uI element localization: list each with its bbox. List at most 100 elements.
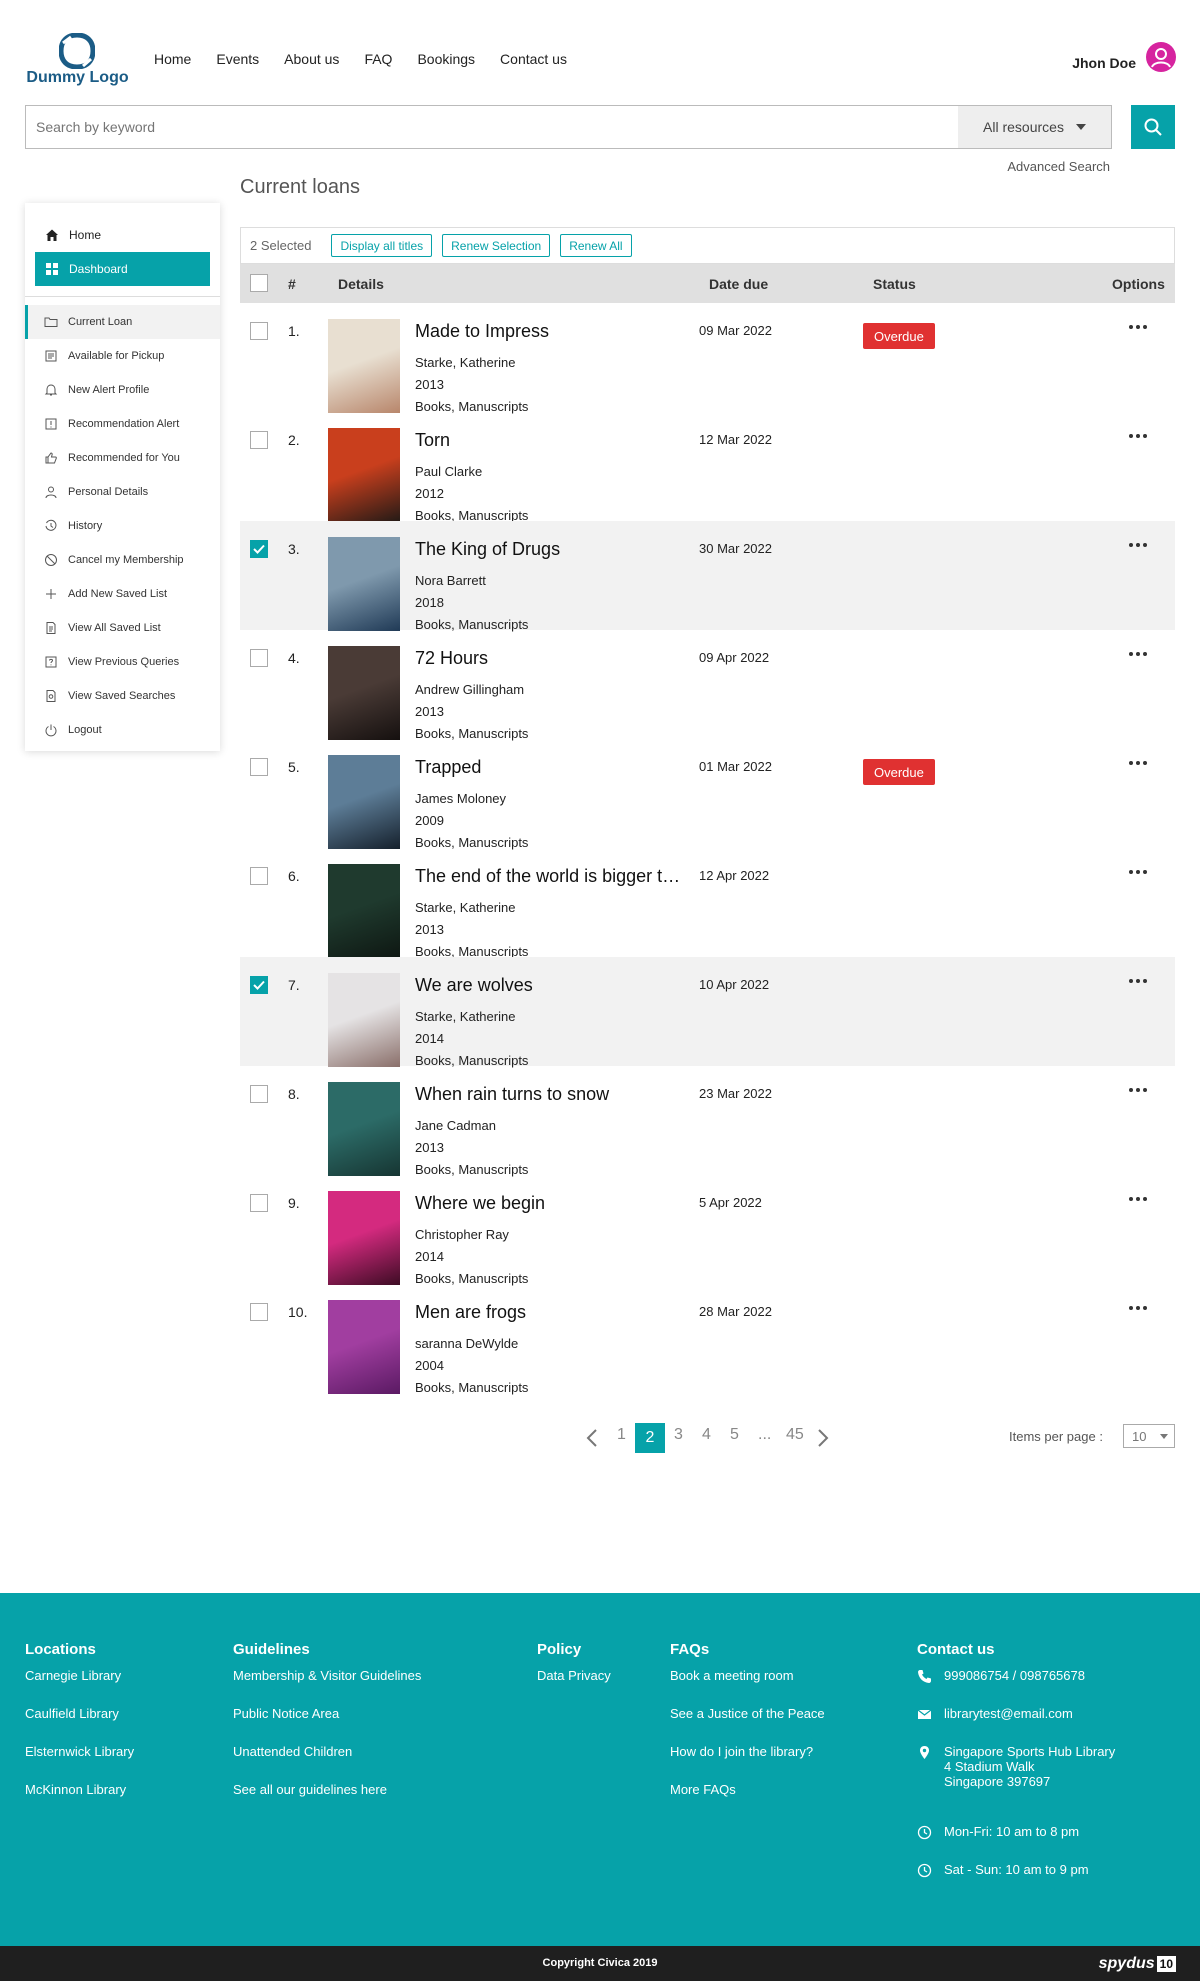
- footer-link[interactable]: Caulfield Library: [25, 1706, 134, 1744]
- footer-link[interactable]: More FAQs: [670, 1782, 825, 1820]
- logo[interactable]: Dummy Logo: [25, 33, 130, 89]
- page-link[interactable]: 1: [617, 1426, 626, 1444]
- renew-selection-button[interactable]: Renew Selection: [442, 234, 551, 257]
- search-input[interactable]: [26, 106, 958, 148]
- nav-bookings[interactable]: Bookings: [417, 51, 475, 67]
- book-cover[interactable]: [328, 1300, 400, 1394]
- footer-link[interactable]: Book a meeting room: [670, 1668, 825, 1706]
- footer-link[interactable]: Data Privacy: [537, 1668, 611, 1706]
- current-page[interactable]: 2: [635, 1423, 665, 1453]
- sidebar-item-personal-details[interactable]: Personal Details: [25, 475, 220, 509]
- row-checkbox[interactable]: [250, 1194, 268, 1212]
- book-title[interactable]: The King of Drugs: [415, 539, 690, 560]
- sidebar-item-logout[interactable]: Logout: [25, 713, 220, 747]
- contact-email[interactable]: librarytest@email.com: [917, 1706, 1187, 1744]
- footer-link[interactable]: Membership & Visitor Guidelines: [233, 1668, 421, 1706]
- book-year: 2013: [415, 704, 444, 719]
- avatar[interactable]: [1146, 42, 1176, 72]
- contact-phone[interactable]: 999086754 / 098765678: [917, 1668, 1187, 1706]
- sidebar-item-home[interactable]: Home: [35, 218, 210, 252]
- more-options-icon[interactable]: [1128, 432, 1148, 440]
- footer-link[interactable]: Elsternwick Library: [25, 1744, 134, 1782]
- more-options-icon[interactable]: [1128, 759, 1148, 767]
- sidebar-item-recommendation-alert[interactable]: Recommendation Alert: [25, 407, 220, 441]
- book-title[interactable]: 72 Hours: [415, 648, 690, 669]
- sidebar-item-saved-searches[interactable]: View Saved Searches: [25, 679, 220, 713]
- footer-link[interactable]: How do I join the library?: [670, 1744, 825, 1782]
- footer-link[interactable]: Unattended Children: [233, 1744, 421, 1782]
- page-link[interactable]: 45: [786, 1426, 804, 1444]
- page-link[interactable]: 5: [730, 1426, 739, 1444]
- book-cover[interactable]: [328, 428, 400, 522]
- sidebar-item-cancel-membership[interactable]: Cancel my Membership: [25, 543, 220, 577]
- row-checkbox[interactable]: [250, 867, 268, 885]
- more-options-icon[interactable]: [1128, 650, 1148, 658]
- book-cover[interactable]: [328, 1082, 400, 1176]
- row-checkbox[interactable]: [250, 431, 268, 449]
- book-title[interactable]: Men are frogs: [415, 1302, 690, 1323]
- sidebar-item-available-pickup[interactable]: Available for Pickup: [25, 339, 220, 373]
- next-page-icon[interactable]: [817, 1429, 829, 1447]
- book-cover[interactable]: [328, 973, 400, 1067]
- sidebar-item-dashboard[interactable]: Dashboard: [35, 252, 210, 286]
- more-options-icon[interactable]: [1128, 541, 1148, 549]
- sidebar-item-label: Recommended for You: [68, 452, 180, 464]
- resource-filter-select[interactable]: All resources: [958, 106, 1111, 148]
- book-title[interactable]: The end of the world is bigger than love: [415, 866, 690, 887]
- row-checkbox[interactable]: [250, 1303, 268, 1321]
- book-title[interactable]: Trapped: [415, 757, 690, 778]
- row-checkbox[interactable]: [250, 1085, 268, 1103]
- page-link[interactable]: 4: [702, 1426, 711, 1444]
- book-title[interactable]: Torn: [415, 430, 690, 451]
- sidebar-item-view-saved-list[interactable]: View All Saved List: [25, 611, 220, 645]
- search-button[interactable]: [1131, 105, 1175, 149]
- book-title[interactable]: When rain turns to snow: [415, 1084, 690, 1105]
- items-per-page-select[interactable]: 10: [1123, 1424, 1175, 1448]
- row-checkbox[interactable]: [250, 976, 268, 994]
- sidebar-item-history[interactable]: History: [25, 509, 220, 543]
- book-title[interactable]: Made to Impress: [415, 321, 690, 342]
- display-all-button[interactable]: Display all titles: [331, 234, 433, 257]
- more-options-icon[interactable]: [1128, 1304, 1148, 1312]
- select-all-checkbox[interactable]: [250, 274, 268, 292]
- row-checkbox[interactable]: [250, 649, 268, 667]
- book-cover[interactable]: [328, 537, 400, 631]
- book-cover[interactable]: [328, 646, 400, 740]
- footer-link[interactable]: See all our guidelines here: [233, 1782, 421, 1820]
- prev-page-icon[interactable]: [586, 1429, 598, 1447]
- nav-contact[interactable]: Contact us: [500, 51, 567, 67]
- footer-link[interactable]: Public Notice Area: [233, 1706, 421, 1744]
- book-cover[interactable]: [328, 755, 400, 849]
- sidebar-item-current-loan[interactable]: Current Loan: [25, 305, 220, 339]
- renew-all-button[interactable]: Renew All: [560, 234, 632, 257]
- nav-events[interactable]: Events: [216, 51, 259, 67]
- footer-link[interactable]: Carnegie Library: [25, 1668, 134, 1706]
- saved-search-icon: [46, 690, 56, 702]
- sidebar-item-previous-queries[interactable]: View Previous Queries: [25, 645, 220, 679]
- more-options-icon[interactable]: [1128, 1086, 1148, 1094]
- sidebar-item-recommended[interactable]: Recommended for You: [25, 441, 220, 475]
- book-cover[interactable]: [328, 319, 400, 413]
- nav-faq[interactable]: FAQ: [364, 51, 392, 67]
- nav-home[interactable]: Home: [154, 51, 191, 67]
- row-checkbox[interactable]: [250, 322, 268, 340]
- book-cover[interactable]: [328, 1191, 400, 1285]
- book-title[interactable]: Where we begin: [415, 1193, 690, 1214]
- more-options-icon[interactable]: [1128, 1195, 1148, 1203]
- user-menu[interactable]: Jhon Doe: [1072, 42, 1176, 78]
- sidebar-item-label: Recommendation Alert: [68, 418, 180, 430]
- nav-about[interactable]: About us: [284, 51, 339, 67]
- footer-link[interactable]: McKinnon Library: [25, 1782, 134, 1820]
- more-options-icon[interactable]: [1128, 868, 1148, 876]
- book-title[interactable]: We are wolves: [415, 975, 690, 996]
- more-options-icon[interactable]: [1128, 977, 1148, 985]
- row-checkbox[interactable]: [250, 540, 268, 558]
- sidebar-item-add-saved-list[interactable]: Add New Saved List: [25, 577, 220, 611]
- page-link[interactable]: 3: [674, 1426, 683, 1444]
- advanced-search-link[interactable]: Advanced Search: [1007, 159, 1110, 174]
- more-options-icon[interactable]: [1128, 323, 1148, 331]
- sidebar-item-new-alert[interactable]: New Alert Profile: [25, 373, 220, 407]
- book-cover[interactable]: [328, 864, 400, 958]
- row-checkbox[interactable]: [250, 758, 268, 776]
- footer-link[interactable]: See a Justice of the Peace: [670, 1706, 825, 1744]
